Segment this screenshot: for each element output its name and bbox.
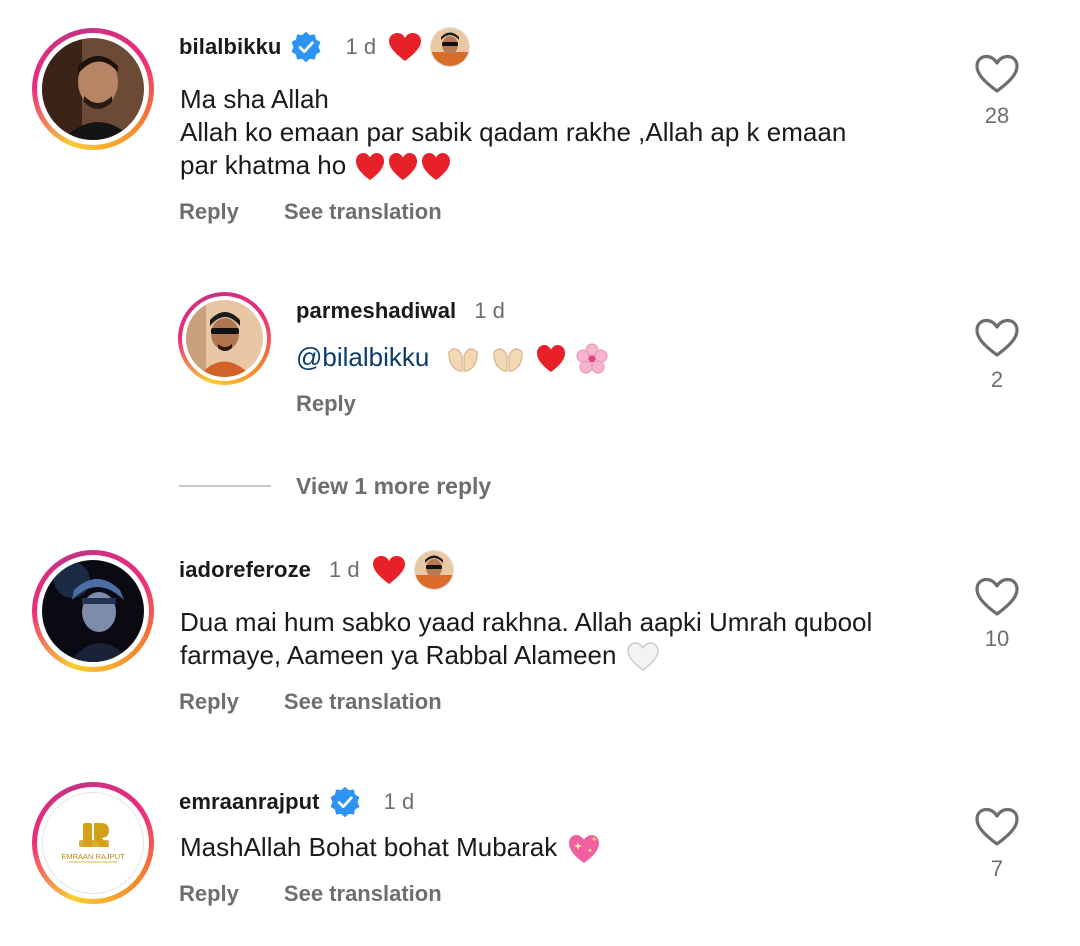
red-heart-emoji-icon xyxy=(537,345,566,373)
like-count: 10 xyxy=(984,626,1010,651)
reply-button[interactable]: Reply xyxy=(179,881,239,907)
comment-text: Dua mai hum sabko yaad rakhna. Allah aap… xyxy=(180,606,872,672)
creator-liked-heart-icon xyxy=(389,33,422,61)
avatar xyxy=(186,300,263,377)
timestamp: 1 d xyxy=(329,557,360,582)
comment-line: par khatma ho xyxy=(180,150,347,180)
timestamp: 1 d xyxy=(383,789,415,814)
reply-button[interactable]: Reply xyxy=(296,391,356,417)
avatar-ring[interactable] xyxy=(178,292,271,385)
avatar-ring[interactable] xyxy=(32,28,154,150)
like-count: 28 xyxy=(984,103,1010,128)
creator-avatar-icon xyxy=(430,27,471,67)
timestamp: 1 d xyxy=(345,34,377,59)
timestamp: 1 d xyxy=(474,298,505,323)
comment-line: Ma sha Allah xyxy=(180,84,329,114)
username[interactable]: emraanrajput xyxy=(179,789,320,815)
view-more-replies-button[interactable]: View 1 more reply xyxy=(296,473,491,500)
avatar-ring[interactable] xyxy=(32,550,154,672)
avatar: EMRAAN RAJPUT xyxy=(42,792,144,894)
sparkling-heart-emoji-icon xyxy=(569,835,600,864)
like-count: 7 xyxy=(990,856,1004,881)
palms-up-together-emoji-icon xyxy=(447,348,478,372)
comment-line: MashAllah Bohat bohat Mubarak xyxy=(180,832,558,862)
reply-button[interactable]: Reply xyxy=(179,689,239,715)
like-heart-icon[interactable] xyxy=(974,577,1020,617)
avatar xyxy=(42,38,144,140)
comment-text: MashAllah Bohat bohat Mubarak xyxy=(180,831,602,865)
reply-button[interactable]: Reply xyxy=(179,199,239,225)
avatar-ring[interactable]: EMRAAN RAJPUT xyxy=(32,782,154,904)
palms-up-together-emoji-icon xyxy=(493,348,523,372)
like-count: 2 xyxy=(990,367,1004,392)
see-translation-button[interactable]: See translation xyxy=(284,199,442,225)
avatar xyxy=(42,560,144,662)
verified-badge-icon xyxy=(292,31,321,63)
username[interactable]: iadoreferoze xyxy=(179,557,311,583)
username[interactable]: bilalbikku xyxy=(179,34,281,60)
creator-avatar-icon xyxy=(413,550,454,590)
see-translation-button[interactable]: See translation xyxy=(284,881,442,907)
username[interactable]: parmeshadiwal xyxy=(296,298,456,324)
verified-badge-icon xyxy=(330,786,360,818)
cherry-blossom-emoji-icon xyxy=(576,343,608,374)
mention-link[interactable]: @bilalbikku xyxy=(296,342,429,372)
like-heart-icon[interactable] xyxy=(974,807,1020,847)
comment-line: farmaye, Aameen ya Rabbal Alameen xyxy=(180,640,617,670)
like-heart-icon[interactable] xyxy=(974,54,1020,94)
comment-line: Dua mai hum sabko yaad rakhna. Allah aap… xyxy=(180,607,873,637)
see-translation-button[interactable]: See translation xyxy=(284,689,442,715)
white-heart-emoji-icon xyxy=(627,642,659,671)
creator-liked-heart-icon xyxy=(372,556,405,584)
like-heart-icon[interactable] xyxy=(974,318,1020,358)
replies-divider xyxy=(179,485,271,487)
comment-text: Ma sha Allah Allah ko emaan par sabik qa… xyxy=(180,83,846,182)
avatar-logo-text: EMRAAN RAJPUT xyxy=(61,852,125,861)
red-heart-emoji-icon xyxy=(356,153,451,181)
comment-line: Allah ko emaan par sabik qadam rakhe ,Al… xyxy=(180,117,847,147)
